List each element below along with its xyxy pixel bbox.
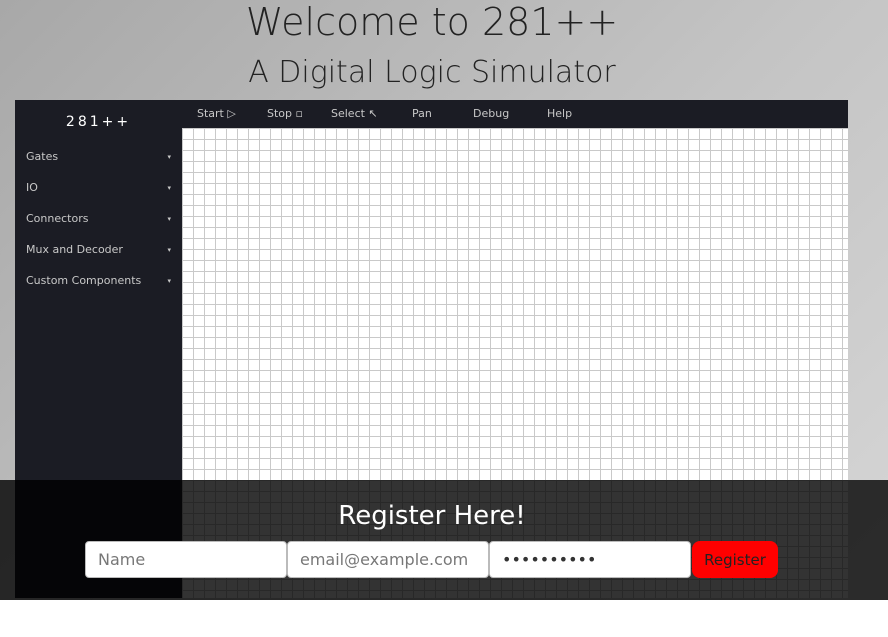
sidebar-item-io[interactable]: IO ▾	[26, 177, 171, 199]
sidebar-item-label: Mux and Decoder	[26, 243, 123, 256]
debug-button[interactable]: Debug	[473, 107, 509, 120]
sidebar-item-connectors[interactable]: Connectors ▾	[26, 208, 171, 230]
sidebar-item-mux-decoder[interactable]: Mux and Decoder ▾	[26, 239, 171, 261]
chevron-down-icon: ▾	[167, 184, 171, 192]
register-panel: Register Here! Register	[0, 480, 888, 600]
stop-button[interactable]: Stop ▫	[267, 107, 303, 120]
sidebar-item-gates[interactable]: Gates ▾	[26, 146, 171, 168]
chevron-down-icon: ▾	[167, 215, 171, 223]
page-title: Welcome to 281++	[245, 0, 619, 44]
help-button[interactable]: Help	[547, 107, 572, 120]
sidebar-item-custom-components[interactable]: Custom Components ▾	[26, 270, 171, 292]
sidebar-item-label: Connectors	[26, 212, 89, 225]
select-button[interactable]: Select ↖	[331, 107, 378, 120]
name-input[interactable]	[85, 541, 287, 578]
chevron-down-icon: ▾	[167, 246, 171, 254]
pan-button[interactable]: Pan	[412, 107, 432, 120]
register-title: Register Here!	[338, 501, 526, 531]
email-input[interactable]	[287, 541, 489, 578]
chevron-down-icon: ▾	[167, 153, 171, 161]
start-button[interactable]: Start ▷	[197, 107, 236, 120]
sidebar-item-label: Custom Components	[26, 274, 142, 287]
app-logo: 281++	[65, 114, 132, 130]
chevron-down-icon: ▾	[167, 277, 171, 285]
password-input[interactable]	[489, 541, 691, 578]
register-button[interactable]: Register	[692, 541, 778, 578]
sidebar-item-label: IO	[26, 181, 38, 194]
page-subtitle: A Digital Logic Simulator	[248, 55, 616, 90]
sidebar-item-label: Gates	[26, 150, 59, 163]
toolbar: Start ▷ Stop ▫ Select ↖ Pan Debug Help	[182, 100, 848, 128]
